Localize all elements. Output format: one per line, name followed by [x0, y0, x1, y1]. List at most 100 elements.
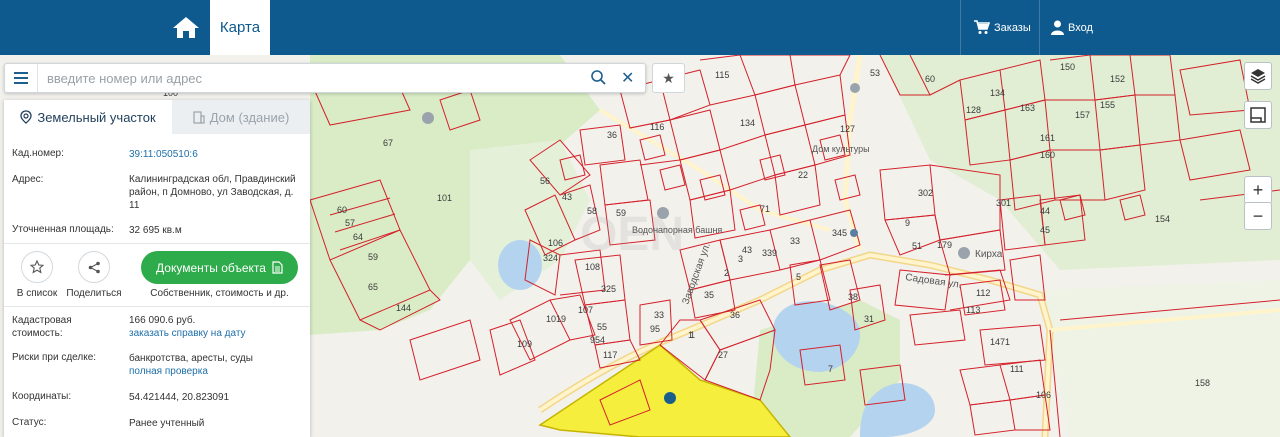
order-certificate-link[interactable]: заказать справку на дату: [129, 327, 246, 340]
parcel-number-label: 160: [1040, 150, 1055, 160]
parcel-number-label: 5: [796, 272, 801, 282]
top-navigation-bar: Карта Заказы Вход: [0, 0, 1280, 55]
parcel-number-label: 345: [832, 228, 847, 238]
divider: [4, 243, 310, 244]
deal-risks-label: Риски при сделке:: [12, 352, 97, 363]
orders-button[interactable]: Заказы: [974, 0, 1031, 55]
hamburger-menu-icon: [14, 72, 28, 84]
measure-button[interactable]: [1244, 101, 1272, 129]
parcel-number-label: 128: [966, 105, 981, 115]
home-button[interactable]: [168, 10, 204, 44]
parcel-number-label: 109: [517, 339, 532, 349]
deal-risks-value: банкротства, аресты, суды: [129, 353, 253, 364]
parcel-number-label: 1: [688, 330, 693, 340]
login-button[interactable]: Вход: [1051, 0, 1093, 55]
poi-label: Дом культуры: [812, 144, 870, 154]
tab-building-label: Дом (здание): [209, 109, 290, 125]
address-value: Калининградская обл, Правдинский район, …: [129, 174, 296, 211]
parcel-number-label: 43: [562, 192, 572, 202]
parcel-number-label: 108: [585, 262, 600, 272]
tab-land-parcel[interactable]: Земельный участок: [4, 100, 172, 134]
parcel-number-label: 60: [337, 205, 347, 215]
parcel-number-label: 59: [368, 252, 378, 262]
church-icon: [958, 247, 970, 259]
parcel-number-label: 9: [905, 218, 910, 228]
parcel-number-label: 35: [704, 290, 714, 300]
street-label: Кирха: [975, 249, 1003, 260]
parcel-number-label: 27: [718, 350, 728, 360]
parcel-marker-icon: [664, 392, 676, 404]
parcel-number-label: 45: [1040, 225, 1050, 235]
parcel-number-label: 2: [724, 268, 729, 278]
orders-label: Заказы: [994, 21, 1031, 34]
map-pin-icon: [20, 110, 32, 124]
tab-map[interactable]: Карта: [210, 0, 270, 55]
parcel-number-label: 55: [597, 322, 607, 332]
parcel-number-label: 324: [543, 253, 558, 263]
parcel-number-label: 116: [650, 122, 664, 132]
share-button[interactable]: [78, 251, 110, 283]
favorites-button[interactable]: ★: [652, 63, 685, 93]
header-divider: [960, 0, 961, 55]
cadastral-cost-label: Кадастровая стоимость:: [12, 315, 72, 339]
clear-search-icon[interactable]: ✕: [621, 68, 634, 88]
tab-building[interactable]: Дом (здание): [172, 100, 310, 134]
parcel-number-label: 154: [1155, 214, 1170, 224]
parcel-number-label: 179: [937, 240, 952, 250]
tab-land-parcel-label: Земельный участок: [37, 109, 156, 125]
area-label: Уточненная площадь:: [12, 224, 114, 235]
full-check-link[interactable]: полная проверка: [129, 365, 208, 378]
zoom-out-button[interactable]: −: [1244, 202, 1272, 230]
coordinates-value: 54.421444, 20.823091: [129, 392, 230, 403]
poi-label: Водонапорная башня: [632, 225, 722, 235]
parcel-number-label: 56: [540, 176, 550, 186]
parcel-number-label: 51: [912, 241, 922, 251]
parcel-number-label: 117: [603, 350, 617, 360]
parcel-number-label: 65: [368, 282, 378, 292]
search-input[interactable]: [47, 68, 587, 88]
parcel-number-label: 33: [790, 236, 800, 246]
object-info-panel: Земельный участок Дом (здание) Кад.номер…: [4, 100, 310, 437]
parcel-number-label: 53: [870, 68, 880, 78]
login-label: Вход: [1068, 21, 1093, 34]
layers-button[interactable]: [1244, 62, 1272, 90]
parcel-number-label: 1019: [546, 314, 566, 324]
parcel-number-label: 7: [828, 364, 833, 374]
parcel-number-label: 106: [548, 238, 563, 248]
parcel-number-label: 3: [738, 254, 743, 264]
search-bar: ✕: [4, 63, 646, 93]
coordinates-label: Координаты:: [12, 391, 72, 402]
share-label: Поделиться: [66, 288, 122, 299]
panel-tabs: Земельный участок Дом (здание): [4, 100, 310, 134]
parcel-number-label: 144: [396, 303, 411, 313]
selected-parcel[interactable]: [538, 344, 791, 437]
parcel-number-label: 134: [740, 118, 755, 128]
cadastral-number-label: Кад.номер:: [12, 148, 64, 159]
parcel-number-label: 71: [760, 204, 770, 214]
object-documents-button[interactable]: Документы объекта: [141, 251, 298, 284]
parcel-number-label: 157: [1075, 110, 1090, 120]
cadastral-number-value[interactable]: 39:11:050510:6: [129, 148, 198, 161]
menu-button[interactable]: [5, 64, 38, 92]
documents-caption: Собственник, стоимость и др.: [150, 288, 289, 299]
parcel-number-label: 44: [1040, 206, 1050, 216]
parcel-number-label: 106: [1036, 390, 1051, 400]
zoom-in-button[interactable]: +: [1244, 176, 1272, 204]
ruler-icon: [1250, 107, 1266, 123]
parcel-number-label: 31: [864, 314, 874, 324]
parcel-number-label: 38: [848, 292, 858, 302]
parcel-number-label: 60: [925, 74, 935, 84]
search-icon[interactable]: [591, 70, 606, 90]
parcel-number-label: 325: [601, 284, 616, 294]
add-to-list-label: В список: [16, 288, 58, 299]
parcel-number-label: 161: [1040, 133, 1055, 143]
address-label: Адрес:: [12, 174, 44, 185]
parcel-number-label: 59: [616, 208, 626, 218]
divider: [4, 306, 310, 307]
parcel-number-label: 339: [762, 248, 777, 258]
star-outline-icon: [30, 260, 44, 274]
layers-icon: [1250, 69, 1266, 84]
parcel-number-label: 22: [798, 170, 808, 180]
add-to-list-button[interactable]: [21, 251, 53, 283]
parcel-number-label: 36: [607, 130, 617, 140]
